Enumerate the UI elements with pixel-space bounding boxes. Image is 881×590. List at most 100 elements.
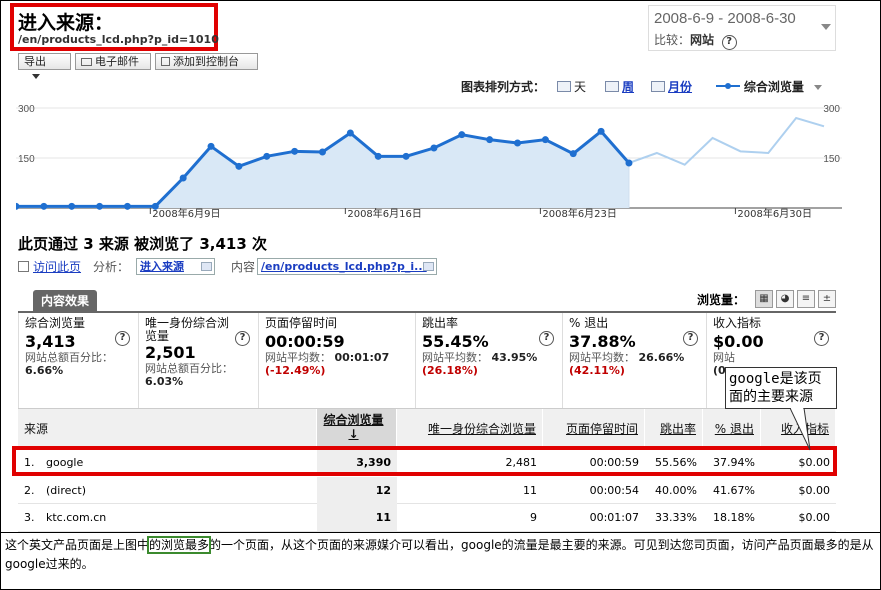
row-index: 2. [24, 484, 35, 497]
row-unique-pageviews: 11 [523, 484, 537, 497]
analysis-select[interactable]: 进入来源 [136, 258, 215, 275]
row-revenue: $0.00 [798, 511, 831, 524]
column-exit-rate[interactable]: % 退出 [703, 409, 761, 447]
column-time-on-page[interactable]: 页面停留时间 [543, 409, 645, 447]
metric-pageviews: 综合浏览量 3,413 网站总额百分比： 6.66% ? [19, 313, 139, 408]
data-point[interactable] [486, 136, 494, 144]
help-icon[interactable]: ? [539, 331, 554, 346]
x-tick-label: 2008年6月23日 [542, 207, 617, 220]
metric-label: 跳出率 [422, 316, 459, 330]
metrics-panel: 综合浏览量 3,413 网站总额百分比： 6.66% ? 唯一身份综合浏览量 2,… [18, 313, 836, 408]
help-icon[interactable]: ? [814, 331, 829, 346]
help-icon[interactable]: ? [721, 35, 737, 50]
email-button[interactable]: 电子邮件 [75, 53, 151, 70]
add-to-dashboard-button[interactable]: 添加到控制台 [155, 53, 258, 70]
column-pageviews-label: 综合浏览量 [323, 413, 384, 427]
visit-page-link[interactable]: 访问此页 [18, 258, 81, 275]
x-tick-label: 2008年6月9日 [152, 207, 220, 220]
annotation-callout: google是该页面的主要来源 [725, 367, 837, 409]
data-point[interactable] [541, 136, 549, 144]
column-bounce-rate[interactable]: 跳出率 [645, 409, 703, 447]
metric-value: 37.88% [569, 332, 636, 351]
row-pageviews: 12 [317, 477, 397, 504]
row-bounce-rate: 40.00% [655, 484, 697, 497]
export-button[interactable]: 导出 [18, 53, 71, 79]
column-unique-pageviews[interactable]: 唯一身份综合浏览量 [397, 409, 543, 447]
compare-label: 比较： [654, 33, 691, 47]
data-point[interactable] [123, 202, 131, 210]
metric-sub-label: 网站平均数： [265, 351, 331, 364]
metric-exit-rate: % 退出 37.88% 网站平均数： 26.66% (42.11%) ? [563, 313, 707, 408]
column-pageviews[interactable]: 综合浏览量 ↓ [317, 409, 397, 447]
row-source-link[interactable]: (direct) [42, 477, 242, 504]
chart-day-option[interactable]: 天 [557, 78, 586, 95]
data-point[interactable] [374, 152, 382, 160]
chevron-down-icon[interactable] [821, 24, 831, 30]
bar-view-icon[interactable]: ≡ [797, 290, 815, 308]
page-title: 进入来源： [18, 12, 114, 34]
metric-sub-value: 6.66% [25, 364, 64, 377]
content-select[interactable]: /en/products_lcd.php?p_i... [257, 258, 437, 275]
row-time-on-page: 00:01:07 [589, 511, 639, 524]
calendar-icon [651, 81, 665, 92]
analysis-value: 进入来源 [140, 260, 184, 273]
compare-value: 网站 [690, 33, 715, 47]
help-icon[interactable]: ? [683, 331, 698, 346]
metric-label: 收入指标 [713, 316, 762, 330]
metric-sub-label: 网站总额百分比： [145, 362, 233, 375]
data-point[interactable] [96, 202, 104, 210]
column-source[interactable]: 来源 [18, 409, 317, 447]
help-icon[interactable]: ? [115, 331, 130, 346]
date-range-text: 2008-6-9 - 2008-6-30 [654, 10, 796, 27]
page-url: /en/products_lcd.php?p_id=1010 [18, 33, 219, 46]
metric-sub-value: 6.03% [145, 375, 184, 388]
data-point[interactable] [263, 152, 271, 160]
row-source-link[interactable]: ktc.com.cn [42, 504, 242, 531]
x-tick-label: 2008年6月16日 [347, 207, 422, 220]
tab-content-performance[interactable]: 内容效果 [33, 290, 97, 312]
date-range-picker[interactable]: 2008-6-9 - 2008-6-30 比较：网站 ? [648, 5, 836, 51]
data-point[interactable] [318, 148, 326, 156]
data-point[interactable] [207, 142, 215, 150]
summary-heading: 此页通过 3 来源 被浏览了 3,413 次 [18, 235, 267, 253]
table-view-icon[interactable]: ▦ [755, 290, 773, 308]
row-exit-rate: 18.18% [713, 511, 755, 524]
data-point[interactable] [569, 150, 577, 158]
metric-value: 00:00:59 [265, 332, 345, 351]
metric-sub-value: 00:01:07 [334, 351, 390, 364]
external-link-icon [18, 261, 29, 272]
metric-label: % 退出 [569, 316, 609, 330]
metric-sub-label: 网站平均数： [569, 351, 635, 364]
data-point[interactable] [346, 129, 354, 137]
chart-week-option[interactable]: 周 [605, 78, 634, 95]
data-point[interactable] [430, 144, 438, 152]
content-value: /en/products_lcd.php?p_i... [261, 260, 427, 273]
table-header: 来源 综合浏览量 ↓ 唯一身份综合浏览量 页面停留时间 跳出率 % 退出 收入指… [18, 408, 836, 447]
help-icon[interactable]: ? [235, 331, 250, 346]
data-point[interactable] [514, 139, 522, 147]
view-label: 浏览量： [697, 293, 746, 307]
compare-view-icon[interactable]: ± [818, 290, 836, 308]
metric-label: 综合浏览量 [25, 316, 86, 330]
pie-view-icon[interactable]: ◕ [776, 290, 794, 308]
chart-month-option[interactable]: 月份 [651, 78, 692, 95]
row-time-on-page: 00:00:54 [589, 484, 639, 497]
data-point[interactable] [16, 202, 20, 210]
chart-metric-selector[interactable]: 综合浏览量 [716, 78, 822, 95]
row-unique-pageviews: 9 [530, 511, 537, 524]
data-point[interactable] [40, 202, 48, 210]
data-point[interactable] [68, 202, 76, 210]
data-point[interactable] [235, 162, 243, 170]
data-point[interactable] [402, 152, 410, 160]
row-revenue: $0.00 [798, 484, 831, 497]
chart-options-label: 图表排列方式： [461, 80, 546, 94]
y-tick-label-right: 150 [823, 154, 840, 165]
google-row-highlight [12, 446, 837, 476]
data-point[interactable] [179, 174, 187, 182]
y-tick-label-right: 300 [823, 104, 840, 115]
data-point[interactable] [458, 131, 466, 139]
export-label: 导出 [24, 55, 46, 68]
data-point[interactable] [597, 127, 605, 135]
data-point[interactable] [291, 147, 299, 155]
data-point[interactable] [625, 159, 633, 167]
